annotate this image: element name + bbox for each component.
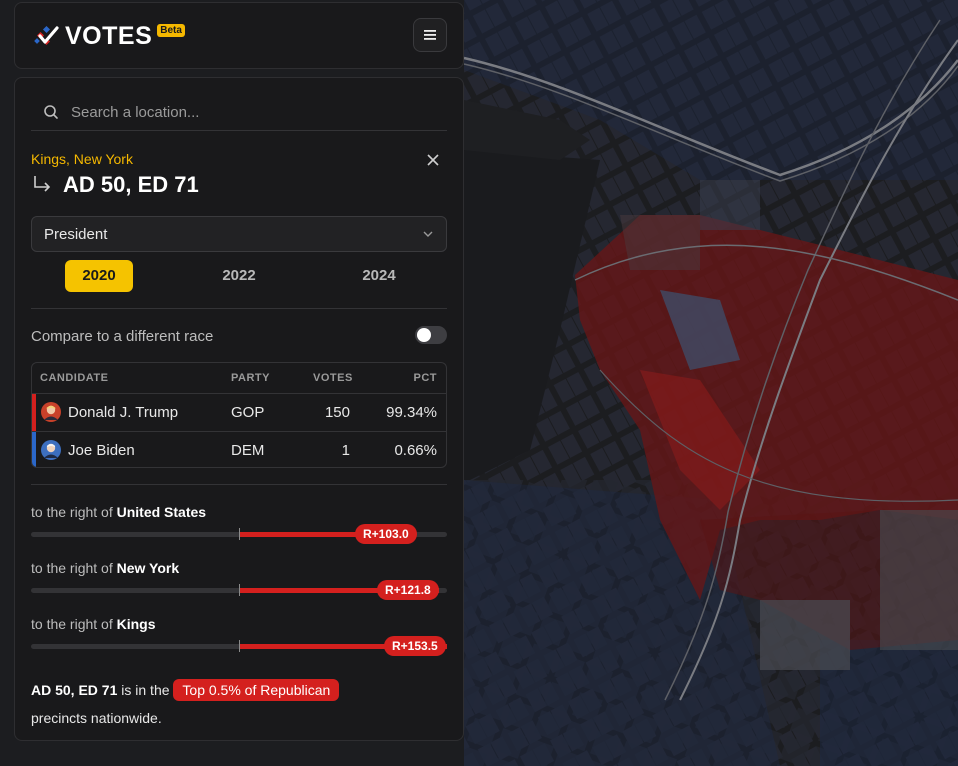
compare-label: Compare to a different race bbox=[31, 328, 214, 345]
margin-badge: R+103.0 bbox=[355, 524, 417, 544]
comparison-prefix: to the right of bbox=[31, 504, 113, 520]
col-candidate: CANDIDATE bbox=[40, 372, 109, 384]
comparison-united-states: to the right of United States R+103.0 bbox=[31, 504, 447, 544]
comparison-place: New York bbox=[116, 560, 180, 576]
beta-badge: Beta bbox=[157, 23, 185, 37]
candidate-avatar bbox=[41, 440, 61, 460]
chevron-down-icon bbox=[423, 231, 433, 237]
return-arrow-icon bbox=[34, 176, 51, 192]
col-votes: VOTES bbox=[313, 372, 353, 384]
party-color-bar bbox=[32, 432, 36, 467]
app-logo[interactable]: VOTES Beta bbox=[33, 22, 185, 50]
margin-badge: R+121.8 bbox=[377, 580, 439, 600]
ranking-summary: AD 50, ED 71 is in the Top 0.5% of Repub… bbox=[31, 676, 451, 732]
candidate-pct: 99.34% bbox=[386, 404, 437, 421]
candidate-votes: 150 bbox=[324, 404, 350, 421]
summary-district: AD 50, ED 71 bbox=[31, 682, 118, 698]
candidate-pct: 0.66% bbox=[394, 442, 437, 459]
comparison-label: to the right of United States bbox=[31, 504, 447, 520]
search-icon bbox=[44, 105, 58, 119]
results-table: CANDIDATE PARTY VOTES PCT Donald J. Trum… bbox=[31, 362, 447, 468]
candidate-votes: 1 bbox=[341, 442, 350, 459]
toggle-knob bbox=[417, 328, 431, 342]
divider bbox=[31, 308, 447, 309]
comparison-place: United States bbox=[116, 504, 207, 520]
center-tick bbox=[239, 528, 240, 540]
summary-end: precincts nationwide. bbox=[31, 710, 162, 726]
margin-badge: R+153.5 bbox=[384, 636, 446, 656]
close-button[interactable] bbox=[427, 151, 441, 169]
center-tick bbox=[239, 640, 240, 652]
table-row[interactable]: Joe Biden DEM 1 0.66% bbox=[32, 431, 446, 467]
district-title: AD 50, ED 71 bbox=[63, 172, 199, 197]
search-bar bbox=[31, 94, 447, 131]
compare-toggle[interactable] bbox=[415, 326, 447, 344]
comparison-prefix: to the right of bbox=[31, 616, 113, 632]
votes-logo-icon bbox=[33, 22, 61, 50]
comparison-place: Kings bbox=[116, 616, 156, 632]
year-tab-2022[interactable]: 2022 bbox=[205, 260, 273, 292]
search-input[interactable] bbox=[71, 103, 431, 121]
candidate-party: DEM bbox=[231, 442, 265, 459]
col-pct: PCT bbox=[413, 372, 437, 384]
divider bbox=[31, 484, 447, 485]
candidate-name: Joe Biden bbox=[68, 442, 135, 459]
comparison-prefix: to the right of bbox=[31, 560, 113, 576]
party-color-bar bbox=[32, 394, 36, 431]
race-select-value: President bbox=[44, 225, 108, 243]
results-header: CANDIDATE PARTY VOTES PCT bbox=[32, 363, 446, 394]
comparison-label: to the right of Kings bbox=[31, 616, 447, 632]
menu-button[interactable] bbox=[413, 18, 447, 52]
center-tick bbox=[239, 584, 240, 596]
table-row[interactable]: Donald J. Trump GOP 150 99.34% bbox=[32, 394, 446, 431]
year-selector: 2020 2022 2024 bbox=[31, 260, 447, 292]
district-heading: AD 50, ED 71 bbox=[31, 172, 199, 198]
candidate-avatar bbox=[41, 402, 61, 422]
app-name: VOTES bbox=[65, 22, 153, 50]
candidate-name: Donald J. Trump bbox=[68, 404, 179, 421]
comparison-new-york: to the right of New York R+121.8 bbox=[31, 560, 447, 600]
summary-middle: is in the bbox=[121, 682, 170, 698]
candidate-party: GOP bbox=[231, 404, 265, 421]
county-link[interactable]: Kings, New York bbox=[31, 151, 133, 167]
close-icon bbox=[427, 154, 439, 166]
race-select[interactable]: President bbox=[31, 216, 447, 252]
app-header: VOTES Beta bbox=[14, 2, 464, 69]
details-panel: Kings, New York AD 50, ED 71 President 2… bbox=[14, 77, 464, 741]
comparison-label: to the right of New York bbox=[31, 560, 447, 576]
year-tab-2020[interactable]: 2020 bbox=[65, 260, 133, 292]
rank-badge: Top 0.5% of Republican bbox=[173, 679, 340, 701]
col-party: PARTY bbox=[231, 372, 270, 384]
year-tab-2024[interactable]: 2024 bbox=[345, 260, 413, 292]
comparison-kings: to the right of Kings R+153.5 bbox=[31, 616, 447, 656]
hamburger-menu-icon bbox=[424, 30, 436, 40]
